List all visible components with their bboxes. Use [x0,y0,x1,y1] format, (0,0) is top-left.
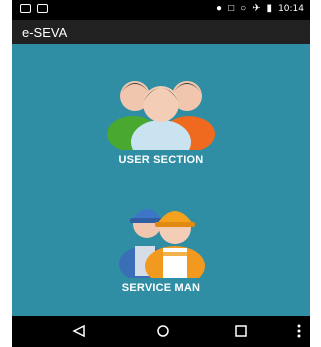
workers-icon [119,209,205,278]
back-icon[interactable] [72,324,86,338]
users-group-icon [107,81,215,150]
user-section-button[interactable]: USER SECTION [12,62,310,182]
status-bar: ● □ ○ ✈ ▮ 10:14 [12,0,310,20]
navigation-bar [12,316,310,347]
airplane-icon: ✈ [252,3,261,14]
home-icon[interactable] [156,324,170,338]
recents-icon[interactable] [234,324,248,338]
vibrate-icon: □ [228,3,235,14]
notification-icon [20,4,31,13]
service-man-label: SERVICE MAN [121,282,201,294]
service-man-button[interactable]: SERVICE MAN [12,186,310,308]
app-title: e-SEVA [22,25,68,40]
image-notification-icon [37,4,48,13]
alarm-icon: ○ [240,3,247,14]
status-time: 10:14 [278,4,304,14]
app-bar: e-SEVA [12,20,310,44]
phone-screen: ● □ ○ ✈ ▮ 10:14 e-SEVA USER SECTION SERV… [12,0,310,347]
location-icon: ● [216,3,223,14]
battery-icon: ▮ [266,3,273,14]
main-content: USER SECTION SERVICE MAN [12,44,310,316]
more-options-icon[interactable] [296,323,302,339]
user-section-label: USER SECTION [118,154,204,166]
